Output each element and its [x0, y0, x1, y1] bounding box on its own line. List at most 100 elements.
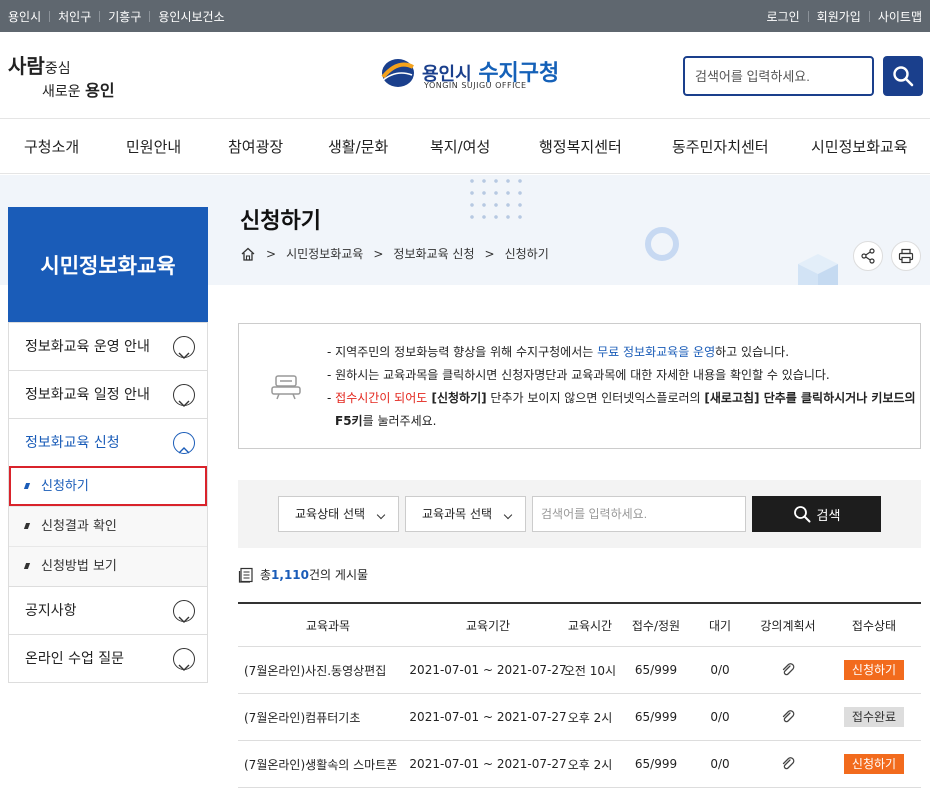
share-button[interactable] — [853, 241, 883, 271]
course-select[interactable]: 교육과목 선택 — [405, 496, 526, 532]
gnb-life-culture[interactable]: 생활/문화 — [328, 119, 388, 175]
link-health-center[interactable]: 용인시보건소 — [158, 8, 224, 25]
course-quota: 65/999 — [634, 710, 678, 724]
decor-cube — [798, 254, 838, 285]
bullet-icon — [23, 523, 31, 529]
course-name-link[interactable]: (7월온라인)컴퓨터기초 — [238, 694, 418, 740]
login-link[interactable]: 로그인 — [767, 8, 800, 25]
gnb-civil-service[interactable]: 민원안내 — [126, 119, 181, 175]
lnb-item-schedule-guide[interactable]: 정보화교육 일정 안내 — [9, 370, 207, 418]
chevron-down-icon — [173, 600, 195, 623]
slogan-big-word: 사람 — [8, 54, 45, 78]
syllabus-attachment[interactable] — [752, 647, 824, 693]
logo-english: YONGIN SUJIGU OFFICE — [424, 81, 527, 90]
divider — [149, 10, 151, 22]
table-row[interactable]: (7월온라인)생활속의 스마트폰 2021-07-01 ~ 2021-07-27… — [238, 741, 921, 788]
chevron-down-icon — [503, 510, 513, 520]
top-utility-bar: 용인시 처인구 기흥구 용인시보건소 로그인 회원가입 사이트맵 — [0, 0, 930, 32]
search-icon — [793, 506, 811, 523]
course-name-link[interactable]: (7월온라인)생활속의 스마트폰 — [238, 741, 418, 787]
home-icon[interactable] — [240, 246, 256, 262]
guide-line: - 지역주민의 정보화능력 향상을 위해 수지구청에서는 무료 정보화교육을 운… — [327, 341, 916, 364]
gnb-community-center[interactable]: 동주민자치센터 — [672, 119, 769, 175]
table-row[interactable]: (7월온라인)사진.동영상편집 2021-07-01 ~ 2021-07-27 … — [238, 647, 921, 694]
chevron-right-icon: > — [266, 246, 277, 261]
guide-text: 를 눌러주세요. — [362, 414, 437, 428]
apply-button[interactable]: 신청하기 — [843, 754, 905, 774]
lnb-item-operation-guide[interactable]: 정보화교육 운영 안내 — [9, 322, 207, 370]
yongin-emblem-icon — [381, 59, 414, 87]
course-wait: 0/0 — [710, 710, 730, 724]
guide-warning: 접수시간이 되어도 — [335, 391, 428, 405]
print-button[interactable] — [891, 241, 921, 271]
chevron-up-icon — [173, 432, 195, 454]
th-quota: 접수/정원 — [631, 618, 681, 633]
paperclip-icon — [782, 663, 795, 676]
lnb-item-notice[interactable]: 공지사항 — [9, 586, 207, 634]
signup-link[interactable]: 회원가입 — [817, 8, 861, 25]
gnb-office-intro[interactable]: 구청소개 — [24, 119, 79, 175]
lnb-item-online-qna[interactable]: 온라인 수업 질문 — [9, 634, 207, 682]
breadcrumb-item[interactable]: 시민정보화교육 — [286, 245, 363, 262]
chevron-right-icon: > — [484, 246, 495, 261]
lnb-item-label: 온라인 수업 질문 — [25, 651, 125, 667]
course-wait: 0/0 — [710, 757, 730, 771]
lnb-title: 시민정보화교육 — [8, 207, 208, 322]
course-time: 오후 2시 — [567, 757, 613, 772]
slogan-word: 중심 — [44, 61, 71, 77]
lnb-item-application[interactable]: 정보화교육 신청 — [9, 418, 207, 466]
computer-icon — [271, 375, 301, 400]
th-status: 접수상태 — [851, 618, 897, 633]
guide-highlight: 무료 정보화교육을 운영 — [597, 345, 716, 359]
member-links: 로그인 회원가입 사이트맵 — [767, 0, 922, 32]
course-time: 오후 2시 — [567, 710, 613, 725]
chevron-down-icon — [173, 336, 195, 359]
link-cheoin-gu[interactable]: 처인구 — [58, 8, 91, 25]
syllabus-attachment[interactable] — [752, 741, 824, 787]
lnb-sub-howto[interactable]: 신청방법 보기 — [9, 546, 207, 586]
gnb-admin-center[interactable]: 행정복지센터 — [539, 119, 622, 175]
lnb-item-label: 정보화교육 일정 안내 — [25, 387, 150, 403]
slogan-word: 새로운 — [42, 84, 81, 100]
closed-badge: 접수완료 — [843, 707, 905, 727]
lnb-sub-apply[interactable]: 신청하기 — [9, 466, 207, 506]
divider — [868, 10, 870, 22]
breadcrumb-item[interactable]: 신청하기 — [505, 245, 549, 262]
guide-bold: [신청하기] — [427, 391, 487, 405]
breadcrumb-item[interactable]: 정보화교육 신청 — [393, 245, 474, 262]
link-giheung-gu[interactable]: 기흥구 — [108, 8, 141, 25]
lnb-item-label: 정보화교육 신청 — [25, 435, 120, 451]
syllabus-attachment[interactable] — [752, 694, 824, 740]
chevron-down-icon — [376, 510, 386, 520]
guide-text: - 지역주민의 정보화능력 향상을 위해 수지구청에서는 — [327, 345, 598, 359]
link-yongin-city[interactable]: 용인시 — [8, 8, 41, 25]
main-navigation: 구청소개 민원안내 참여광장 생활/문화 복지/여성 행정복지센터 동주민자치센… — [0, 118, 930, 174]
apply-button[interactable]: 신청하기 — [843, 660, 905, 680]
breadcrumb: > 시민정보화교육 > 정보화교육 신청 > 신청하기 — [240, 245, 549, 262]
site-logo[interactable]: 용인시 수지구청 YONGIN SUJIGU OFFICE — [380, 53, 560, 93]
course-quota: 65/999 — [634, 757, 678, 771]
lnb-sub-result[interactable]: 신청결과 확인 — [9, 506, 207, 546]
guide-text: - — [327, 391, 336, 405]
course-name-link[interactable]: (7월온라인)사진.동영상편집 — [238, 647, 418, 693]
sitemap-link[interactable]: 사이트맵 — [878, 8, 922, 25]
course-search-button[interactable]: 검색 — [752, 496, 881, 532]
chevron-right-icon: > — [373, 246, 384, 261]
gnb-welfare-women[interactable]: 복지/여성 — [430, 119, 490, 175]
gnb-participation[interactable]: 참여광장 — [228, 119, 283, 175]
divider — [807, 10, 809, 22]
status-select[interactable]: 교육상태 선택 — [278, 496, 399, 532]
course-search-input[interactable] — [532, 496, 746, 532]
table-row[interactable]: (7월온라인)컴퓨터기초 2021-07-01 ~ 2021-07-27 오후 … — [238, 694, 921, 741]
guide-text: 단추가 보이지 않으면 인터넷익스플로러의 — [486, 391, 705, 405]
header-search-input[interactable] — [683, 56, 874, 96]
th-wait: 대기 — [708, 618, 732, 633]
lnb-item-label: 공지사항 — [25, 603, 77, 619]
chevron-down-icon — [173, 648, 195, 671]
select-label: 교육과목 선택 — [422, 507, 493, 521]
left-sub-navigation: 정보화교육 운영 안내 정보화교육 일정 안내 정보화교육 신청 신청하기 신청… — [8, 322, 208, 683]
lnb-submenu: 신청하기 신청결과 확인 신청방법 보기 — [9, 466, 207, 586]
gnb-it-education[interactable]: 시민정보화교육 — [811, 119, 908, 175]
guide-bold: F5키 — [335, 414, 363, 428]
header-search-button[interactable] — [883, 56, 923, 96]
